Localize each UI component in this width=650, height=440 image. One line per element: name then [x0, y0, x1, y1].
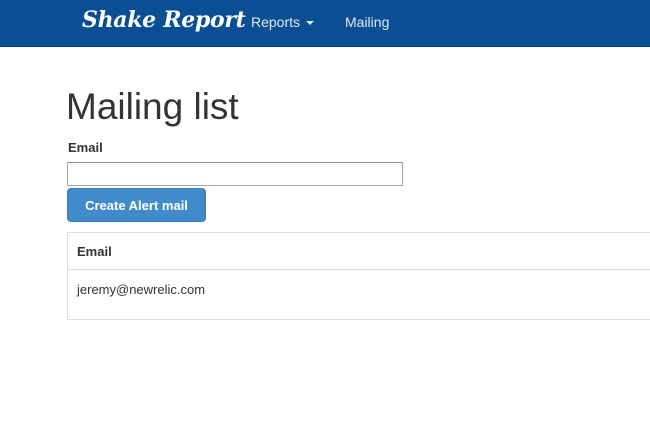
table-row: jeremy@newrelic.com — [68, 270, 650, 319]
nav-mailing-link[interactable]: Mailing — [345, 13, 389, 31]
table-header-row: Email — [68, 233, 650, 270]
create-alert-mail-button[interactable]: Create Alert mail — [67, 188, 206, 222]
mailing-list-table: Email jeremy@newrelic.com — [67, 232, 650, 320]
table-cell-email: jeremy@newrelic.com — [77, 282, 206, 297]
caret-down-icon — [306, 21, 315, 26]
nav-reports-label: Reports — [251, 14, 301, 30]
email-field[interactable] — [67, 162, 403, 186]
brand-logo[interactable]: Shake Report — [82, 5, 246, 35]
page-title: Mailing list — [66, 86, 239, 127]
column-header-email: Email — [77, 244, 112, 259]
top-navbar: Shake Report Reports Mailing — [0, 0, 650, 47]
nav-reports-dropdown[interactable]: Reports — [251, 13, 315, 31]
email-field-label: Email — [68, 140, 103, 155]
